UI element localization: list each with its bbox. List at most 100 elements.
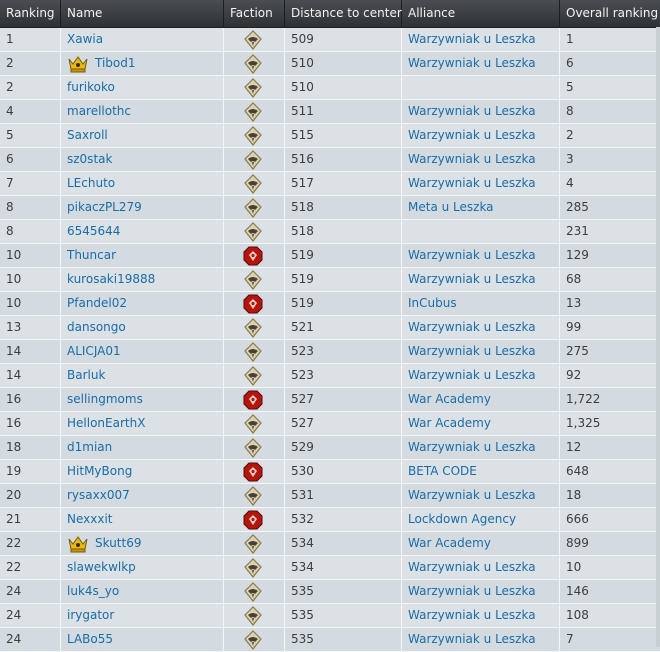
rank-cell: 4 <box>0 100 61 123</box>
alliance-link[interactable]: Warzywniak u Leszka <box>408 632 536 646</box>
table-row[interactable]: 2 furikoko 510 5 <box>0 76 660 100</box>
player-name-link[interactable]: ALICJA01 <box>67 340 121 363</box>
player-name-link[interactable]: Saxroll <box>67 124 108 147</box>
table-row[interactable]: 20 rysaxx007 531 Warzywniak u Leszka 18 <box>0 484 660 508</box>
table-row[interactable]: 6 sz0stak 516 Warzywniak u Leszka 3 <box>0 148 660 172</box>
scrollbar[interactable] <box>656 27 660 647</box>
alliance-link[interactable]: Lockdown Agency <box>408 512 516 526</box>
table-row[interactable]: 18 d1mian 529 Warzywniak u Leszka 12 <box>0 436 660 460</box>
player-name-link[interactable]: dansongo <box>67 316 126 339</box>
faction-cell <box>224 508 285 531</box>
alliance-link[interactable]: Warzywniak u Leszka <box>408 248 536 262</box>
alliance-link[interactable]: BETA CODE <box>408 464 477 478</box>
alliance-link[interactable]: Warzywniak u Leszka <box>408 320 536 334</box>
player-name-link[interactable]: Xawia <box>67 28 103 51</box>
alliance-link[interactable]: Warzywniak u Leszka <box>408 560 536 574</box>
name-cell: d1mian <box>61 436 224 459</box>
rank-cell: 24 <box>0 604 61 627</box>
table-row[interactable]: 22 Skutt69 534 War Academy 899 <box>0 532 660 556</box>
table-row[interactable]: 1 Xawia 509 Warzywniak u Leszka 1 <box>0 28 660 52</box>
alliance-link[interactable]: Warzywniak u Leszka <box>408 128 536 142</box>
alliance-link[interactable]: Warzywniak u Leszka <box>408 176 536 190</box>
alliance-link[interactable]: Warzywniak u Leszka <box>408 32 536 46</box>
table-row[interactable]: 8 6545644 518 231 <box>0 220 660 244</box>
table-row[interactable]: 19 HitMyBong 530 BETA CODE 648 <box>0 460 660 484</box>
table-row[interactable]: 21 Nexxxit 532 Lockdown Agency 666 <box>0 508 660 532</box>
player-name-link[interactable]: sellingmoms <box>67 388 143 411</box>
player-name-link[interactable]: LABo55 <box>67 628 113 651</box>
faction-cell <box>224 604 285 627</box>
overall-ranking-cell: 18 <box>566 488 582 502</box>
alliance-link[interactable]: Warzywniak u Leszka <box>408 344 536 358</box>
table-row[interactable]: 22 slawekwlkp 534 Warzywniak u Leszka 10 <box>0 556 660 580</box>
alliance-link[interactable]: Warzywniak u Leszka <box>408 272 536 286</box>
alliance-link[interactable]: Warzywniak u Leszka <box>408 56 536 70</box>
column-header-ranking[interactable]: Ranking <box>0 0 61 27</box>
alliance-cell: Warzywniak u Leszka <box>402 556 560 579</box>
player-name-link[interactable]: luk4s_yo <box>67 580 119 603</box>
alliance-link[interactable]: Warzywniak u Leszka <box>408 368 536 382</box>
alliance-link[interactable]: War Academy <box>408 416 491 430</box>
alliance-link[interactable]: Warzywniak u Leszka <box>408 152 536 166</box>
table-row[interactable]: 24 irygator 535 Warzywniak u Leszka 108 <box>0 604 660 628</box>
column-header-alliance[interactable]: Alliance <box>402 0 560 27</box>
table-row[interactable]: 24 luk4s_yo 535 Warzywniak u Leszka 146 <box>0 580 660 604</box>
column-header-name[interactable]: Name <box>61 0 224 27</box>
player-name-link[interactable]: LEchuto <box>67 172 115 195</box>
table-row[interactable]: 2 Tibod1 510 Warzywniak u Leszka 6 <box>0 52 660 76</box>
table-row[interactable]: 14 Barluk 523 Warzywniak u Leszka 92 <box>0 364 660 388</box>
player-name-link[interactable]: kurosaki19888 <box>67 268 155 291</box>
alliance-link[interactable]: Warzywniak u Leszka <box>408 584 536 598</box>
player-name-link[interactable]: Nexxxit <box>67 508 113 531</box>
player-name-link[interactable]: furikoko <box>67 76 115 99</box>
rank-cell: 16 <box>0 412 61 435</box>
player-name-link[interactable]: HellonEarthX <box>67 412 145 435</box>
distance-cell: 523 <box>285 340 402 363</box>
name-cell: HellonEarthX <box>61 412 224 435</box>
player-name-link[interactable]: HitMyBong <box>67 460 132 483</box>
player-name-link[interactable]: 6545644 <box>67 220 120 243</box>
table-row[interactable]: 16 HellonEarthX 527 War Academy 1,325 <box>0 412 660 436</box>
table-row[interactable]: 14 ALICJA01 523 Warzywniak u Leszka 275 <box>0 340 660 364</box>
distance-cell: 517 <box>285 172 402 195</box>
table-row[interactable]: 10 kurosaki19888 519 Warzywniak u Leszka… <box>0 268 660 292</box>
table-row[interactable]: 4 marellothc 511 Warzywniak u Leszka 8 <box>0 100 660 124</box>
table-row[interactable]: 24 LABo55 535 Warzywniak u Leszka 7 <box>0 628 660 652</box>
alliance-link[interactable]: InCubus <box>408 296 457 310</box>
table-row[interactable]: 13 dansongo 521 Warzywniak u Leszka 99 <box>0 316 660 340</box>
player-name-link[interactable]: marellothc <box>67 100 131 123</box>
alliance-link[interactable]: Meta u Leszka <box>408 200 494 214</box>
player-name-link[interactable]: Tibod1 <box>95 52 136 75</box>
column-header-overall-ranking[interactable]: Overall ranking <box>560 0 658 27</box>
table-row[interactable]: 5 Saxroll 515 Warzywniak u Leszka 2 <box>0 124 660 148</box>
alliance-link[interactable]: War Academy <box>408 536 491 550</box>
faction-cell <box>224 28 285 51</box>
column-header-faction[interactable]: Faction <box>224 0 285 27</box>
table-row[interactable]: 8 pikaczPL279 518 Meta u Leszka 285 <box>0 196 660 220</box>
player-name-link[interactable]: Pfandel02 <box>67 292 127 315</box>
table-row[interactable]: 7 LEchuto 517 Warzywniak u Leszka 4 <box>0 172 660 196</box>
player-name-link[interactable]: d1mian <box>67 436 112 459</box>
alliance-cell: InCubus <box>402 292 560 315</box>
column-header-distance[interactable]: Distance to center <box>285 0 402 27</box>
overall-ranking-cell: 108 <box>566 608 589 622</box>
alliance-link[interactable]: War Academy <box>408 392 491 406</box>
alliance-link[interactable]: Warzywniak u Leszka <box>408 488 536 502</box>
player-name-link[interactable]: sz0stak <box>67 148 112 171</box>
name-cell: Xawia <box>61 28 224 51</box>
table-row[interactable]: 10 Thuncar 519 Warzywniak u Leszka 129 <box>0 244 660 268</box>
rank-cell: 10 <box>0 292 61 315</box>
player-name-link[interactable]: pikaczPL279 <box>67 196 142 219</box>
alliance-link[interactable]: Warzywniak u Leszka <box>408 104 536 118</box>
alliance-link[interactable]: Warzywniak u Leszka <box>408 608 536 622</box>
player-name-link[interactable]: Skutt69 <box>95 532 141 555</box>
player-name-link[interactable]: Barluk <box>67 364 105 387</box>
alliance-link[interactable]: Warzywniak u Leszka <box>408 440 536 454</box>
table-row[interactable]: 16 sellingmoms 527 War Academy 1,722 <box>0 388 660 412</box>
distance-cell: 521 <box>285 316 402 339</box>
player-name-link[interactable]: Thuncar <box>67 244 116 267</box>
player-name-link[interactable]: rysaxx007 <box>67 484 130 507</box>
table-row[interactable]: 10 Pfandel02 519 InCubus 13 <box>0 292 660 316</box>
player-name-link[interactable]: irygator <box>67 604 114 627</box>
player-name-link[interactable]: slawekwlkp <box>67 556 136 579</box>
